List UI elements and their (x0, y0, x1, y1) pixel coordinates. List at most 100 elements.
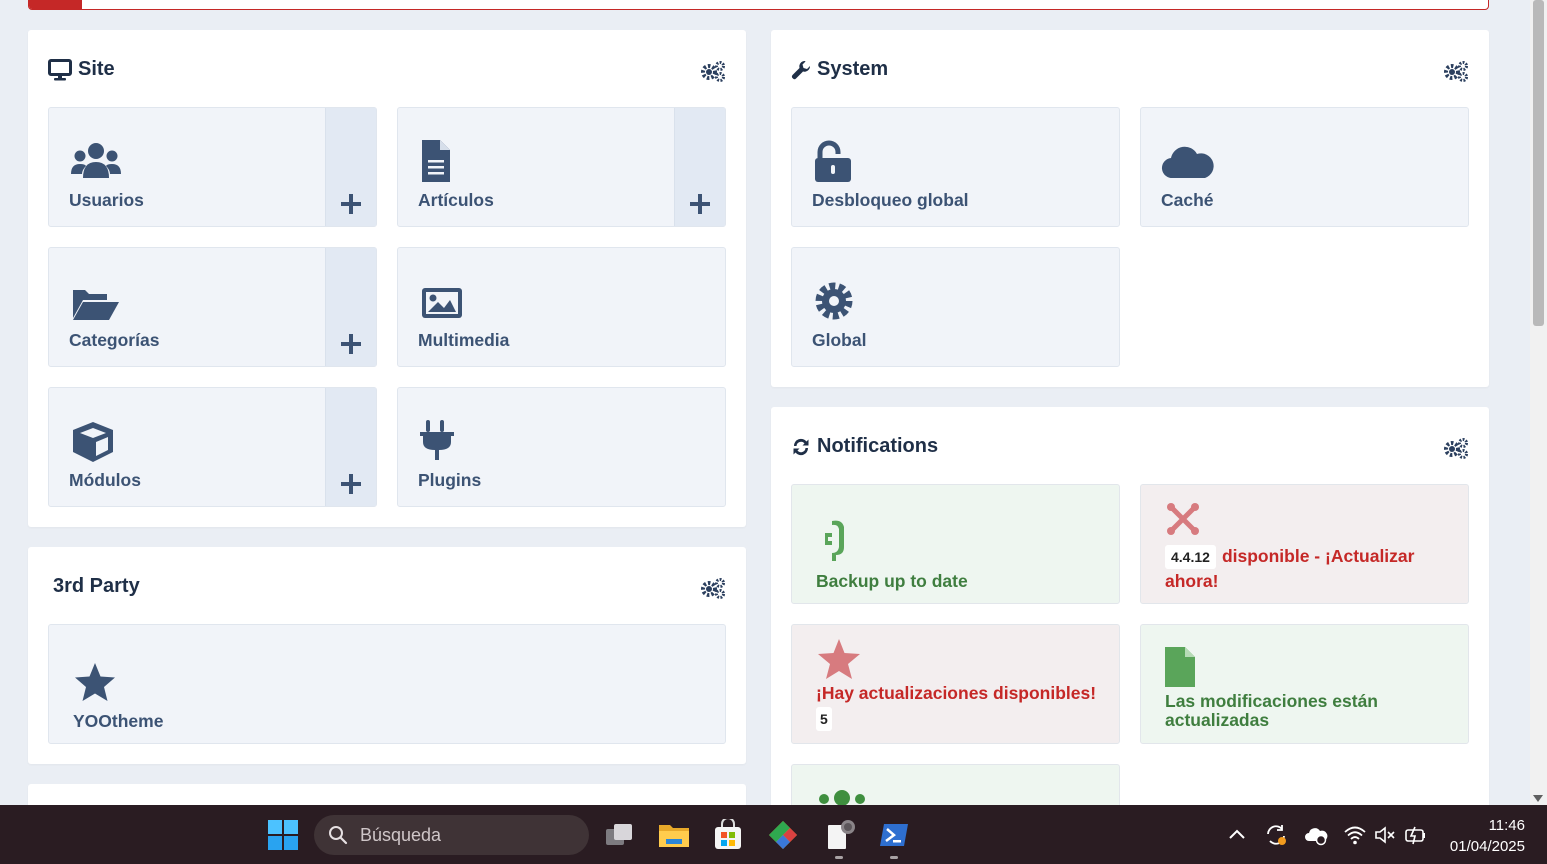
show-hidden-icons-chevron-icon[interactable] (1225, 823, 1249, 847)
backup-icon (825, 520, 844, 561)
desktop-icon (48, 58, 72, 80)
sync-status-icon[interactable] (1264, 823, 1288, 847)
file-explorer-icon[interactable] (658, 819, 690, 851)
taskbar-search-box[interactable]: Búsqueda (314, 815, 589, 855)
notification-text-line2: ahora! (1165, 571, 1219, 591)
joomla-icon (1167, 503, 1199, 535)
plus-icon (341, 194, 361, 214)
tile-label: Multimedia (418, 330, 510, 350)
notification-text-line2: actualizadas (1165, 710, 1270, 730)
site-options-gears-icon[interactable] (700, 60, 726, 82)
tile-yootheme[interactable]: YOOtheme (48, 624, 726, 744)
wrench-icon (791, 60, 811, 79)
updates-count-badge: 5 (816, 707, 832, 731)
wifi-icon[interactable] (1343, 823, 1367, 847)
tile-modulos[interactable]: Módulos (48, 387, 377, 507)
notifications-options-gears-icon[interactable] (1443, 437, 1469, 459)
third-party-options-gears-icon[interactable] (700, 577, 726, 599)
notepad-active-indicator (835, 856, 843, 859)
tile-label: Caché (1161, 190, 1214, 210)
image-icon (422, 288, 462, 318)
notification-text: 4.4.12 disponible - ¡Actualizar (1165, 545, 1414, 569)
system-title: System (817, 58, 889, 80)
gear-icon (815, 282, 853, 320)
star-icon (818, 639, 860, 679)
tile-label: Artículos (418, 190, 494, 210)
tile-label: Categorías (69, 330, 160, 350)
tile-multimedia[interactable]: Multimedia (397, 247, 726, 367)
app-diamond-icon[interactable] (767, 819, 799, 851)
third-party-header: 3rd Party (53, 575, 140, 598)
file-icon (1165, 647, 1195, 687)
notification-text: Backup up to date (816, 571, 968, 591)
tile-label: Desbloqueo global (812, 190, 969, 210)
onedrive-cloud-icon[interactable] (1304, 823, 1328, 847)
task-view-icon[interactable] (603, 819, 635, 851)
tile-articulos[interactable]: Artículos (397, 107, 726, 227)
windows-start-icon[interactable] (267, 819, 299, 851)
notifications-module: Notifications Backup up to date 4.4.12 di… (771, 407, 1489, 864)
cube-icon (73, 422, 113, 462)
tile-label: Usuarios (69, 190, 144, 210)
tile-label: Módulos (69, 470, 141, 490)
taskbar-clock[interactable]: 11:46 01/04/2025 (1450, 815, 1525, 857)
clock-time: 11:46 (1488, 817, 1525, 834)
notification-overrides[interactable]: Las modificaciones están actualizadas (1140, 624, 1469, 744)
add-article-button[interactable] (674, 108, 725, 226)
alert-accent (29, 0, 82, 9)
notifications-header: Notifications (791, 435, 938, 458)
notification-joomla-update[interactable]: 4.4.12 disponible - ¡Actualizar ahora! (1140, 484, 1469, 604)
search-icon (329, 826, 348, 845)
site-title: Site (78, 58, 115, 80)
clock-date: 01/04/2025 (1449, 838, 1525, 855)
powershell-icon[interactable] (878, 819, 910, 851)
plus-icon (341, 474, 361, 494)
notification-backup[interactable]: Backup up to date (791, 484, 1120, 604)
page-scrollbar[interactable] (1530, 0, 1547, 805)
add-category-button[interactable] (325, 248, 376, 366)
tile-label: Plugins (418, 470, 482, 490)
count-badge-wrap: 5 (816, 707, 838, 731)
tile-label: Global (812, 330, 867, 350)
alert-banner (28, 0, 1489, 10)
add-module-button[interactable] (325, 388, 376, 506)
battery-charging-icon[interactable] (1403, 823, 1427, 847)
unlock-icon (815, 140, 851, 182)
cloud-icon (1161, 146, 1214, 179)
plug-icon (420, 420, 454, 460)
tile-cache[interactable]: Caché (1140, 107, 1469, 227)
scroll-down-arrow-icon[interactable] (1533, 795, 1543, 802)
scrollbar-thumb[interactable] (1533, 0, 1544, 326)
tile-global[interactable]: Global (791, 247, 1120, 367)
plus-icon (341, 334, 361, 354)
site-module: Site Usuarios Artículos Categorías Multi… (28, 30, 746, 527)
windows-taskbar: Búsqueda 11:46 01/04/2025 (0, 805, 1547, 864)
users-icon (71, 143, 121, 178)
system-module-header: System (791, 58, 888, 81)
tile-plugins[interactable]: Plugins (397, 387, 726, 507)
folder-open-icon (73, 290, 119, 320)
notifications-title: Notifications (817, 435, 939, 457)
volume-muted-icon[interactable] (1373, 823, 1397, 847)
sync-icon (793, 438, 809, 455)
version-badge: 4.4.12 (1165, 545, 1216, 569)
add-user-button[interactable] (325, 108, 376, 226)
tile-categorias[interactable]: Categorías (48, 247, 377, 367)
update-link[interactable]: disponible - ¡Actualizar (1222, 546, 1415, 566)
notification-text: ¡Hay actualizaciones disponibles! (816, 683, 1097, 703)
tile-usuarios[interactable]: Usuarios (48, 107, 377, 227)
file-icon (422, 140, 450, 182)
star-icon (75, 663, 115, 701)
system-options-gears-icon[interactable] (1443, 60, 1469, 82)
notepad-icon[interactable] (823, 819, 855, 851)
third-party-module: 3rd Party YOOtheme (28, 547, 746, 764)
tile-label: YOOtheme (73, 711, 164, 731)
search-placeholder: Búsqueda (360, 824, 442, 845)
site-module-header: Site (48, 58, 115, 81)
microsoft-store-icon[interactable] (712, 819, 744, 851)
notification-extension-updates[interactable]: ¡Hay actualizaciones disponibles! 5 (791, 624, 1120, 744)
plus-icon (690, 194, 710, 214)
tile-desbloqueo-global[interactable]: Desbloqueo global (791, 107, 1120, 227)
system-module: System Desbloqueo global Caché Global (771, 30, 1489, 387)
notification-text: Las modificaciones están (1165, 691, 1378, 711)
